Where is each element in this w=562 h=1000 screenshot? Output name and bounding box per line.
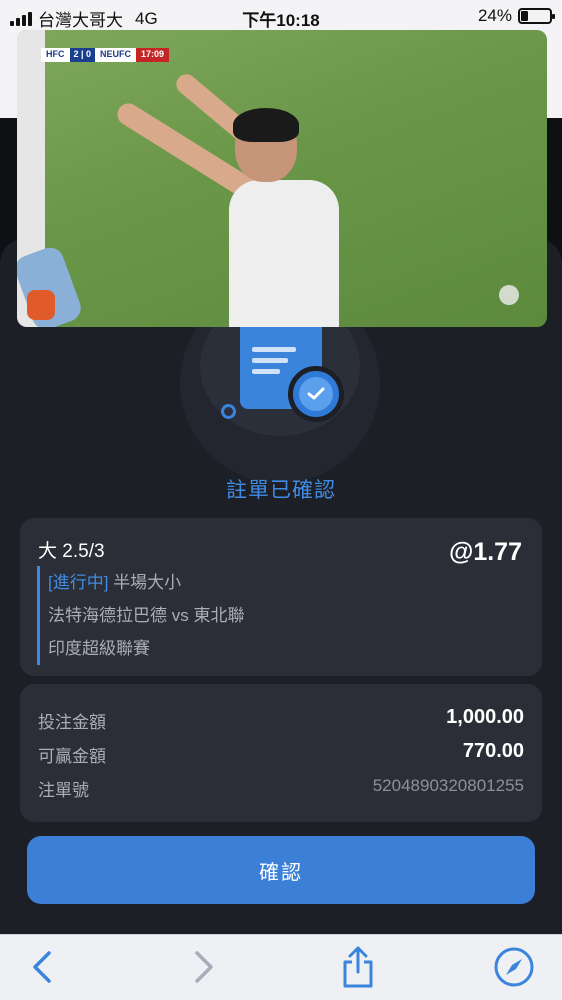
battery-percent: 24%: [477, 6, 512, 25]
battery-level: [521, 11, 528, 21]
market-name: 半場大小: [113, 573, 182, 592]
away-team: NEUFC: [95, 48, 137, 62]
ticket-row: 注單號 5204890320801255: [38, 776, 524, 801]
status-tag: [進行中]: [48, 573, 109, 592]
home-team: HFC: [41, 48, 70, 62]
checkmark-icon: [288, 366, 344, 422]
browser-toolbar: [0, 934, 562, 1000]
forward-icon[interactable]: [182, 947, 226, 987]
match-clock: 17:09: [136, 48, 170, 62]
bet-details-card: 大 2.5/3 @1.77 [進行中] 半場大小 法特海德拉巴德 vs 東北聯 …: [20, 518, 542, 676]
ball-icon: [499, 285, 519, 305]
back-icon[interactable]: [20, 947, 64, 987]
share-icon[interactable]: [336, 946, 380, 988]
amount-card: 投注金額 1,000.00 可贏金額 770.00 注單號 5204890320…: [20, 684, 542, 822]
match-name: 法特海德拉巴德 vs 東北聯: [48, 606, 245, 625]
ticket-number: 5204890320801255: [372, 776, 524, 795]
stake-label: 投注金額: [38, 713, 106, 732]
league-name: 印度超級聯賽: [48, 639, 150, 658]
stake-row: 投注金額 1,000.00: [38, 706, 524, 733]
score: 2 | 0: [69, 48, 96, 62]
status-bar: 台灣大哥大 4G 下午10:18 24%: [0, 0, 562, 32]
decorative-dot-icon: [221, 404, 236, 419]
win-value: 770.00: [462, 740, 524, 762]
bet-odds: @1.77: [448, 538, 522, 566]
confirmation-title: 註單已確認: [226, 479, 336, 502]
bet-selection: 大 2.5/3: [38, 541, 105, 562]
confirm-button[interactable]: 確認: [27, 836, 535, 904]
win-label: 可贏金額: [38, 747, 106, 766]
bet-info: [進行中] 半場大小 法特海德拉巴德 vs 東北聯 印度超級聯賽: [37, 566, 244, 665]
compass-icon[interactable]: [492, 947, 536, 987]
market-line: [進行中] 半場大小: [48, 566, 244, 599]
live-video-player[interactable]: HFC 2 | 0 NEUFC 17:09: [17, 30, 547, 327]
scoreboard: HFC 2 | 0 NEUFC 17:09: [41, 48, 170, 62]
ticket-label: 注單號: [38, 781, 89, 800]
battery-icon: [518, 8, 555, 24]
win-row: 可贏金額 770.00: [38, 740, 524, 767]
stake-value: 1,000.00: [446, 706, 524, 728]
